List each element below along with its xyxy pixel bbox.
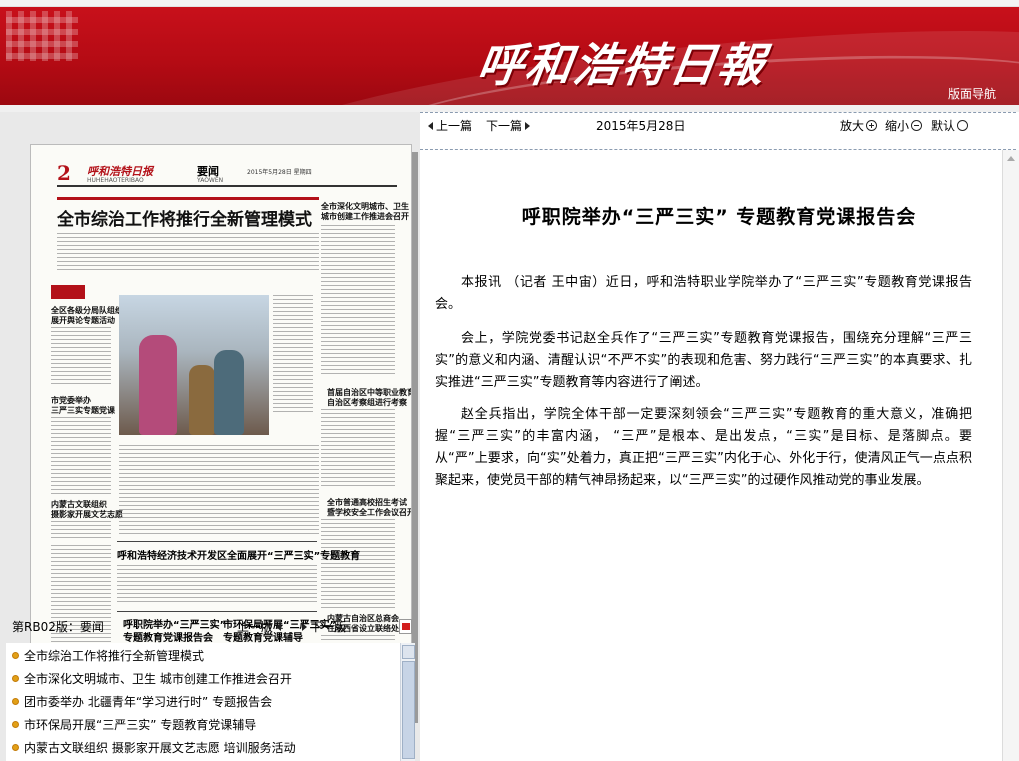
zoom-out-icon [911,120,923,131]
bullet-icon [12,697,19,705]
article-scrollbar[interactable] [1002,150,1019,761]
paper-photo [119,295,269,435]
article-toolbar: 上一篇 下一篇 2015年5月28日 放大 缩小 默认 [420,112,1016,150]
article-paragraph: 赵全兵指出，学院全体干部一定要深刻领会“三严三实”专题教育的重大意义，准确把握“… [435,407,972,488]
paper-column-tag [51,285,85,299]
next-page-link[interactable]: 下一版 [302,618,346,635]
zoom-default-icon [957,120,969,131]
scroll-up-arrow-icon[interactable] [1007,156,1015,161]
photo-figure [189,365,215,435]
page-id: 第RB02版：要闻 [12,618,104,635]
triangle-right-icon [302,623,307,631]
photo-figure [214,350,244,435]
paper-text-block [321,519,395,609]
article-paragraph: 本报讯 （记者 王中宙）近日，呼和浩特职业学院举办了“三严三实”专题教育党课报告… [435,275,972,312]
article-title: 呼职院举办“三严三实” 专题教育党课报告会 [521,206,917,228]
article-list-label: 全市综治工作将推行全新管理模式 [24,648,205,663]
paper-rule [117,611,317,612]
page-id-label: 第RB02版：要闻 [12,620,104,634]
next-page-label: 下一版 [310,620,347,634]
article-list-label: 内蒙古文联组织 摄影家开展文艺志愿 培训服务活动 [24,740,296,755]
pixel-decoration [6,11,78,61]
paper-mid-head[interactable]: 呼和浩特经济技术开发区全面展开“三严三实”专题教育 [117,547,360,562]
bullet-icon [12,674,19,682]
bullet-icon [12,651,19,659]
paper-text-block [51,327,111,387]
paper-section-en: YAOWEN [197,177,224,184]
paper-rule [117,541,317,542]
paper-text-block [57,233,319,273]
article-list: 全市综治工作将推行全新管理模式 全市深化文明城市、卫生 城市创建工作推进会召开 … [6,643,400,761]
article-paragraph: 会上，学院党委书记赵全兵作了“三严三实”专题教育党课报告，围绕充分理解“三严三实… [435,331,972,390]
photo-figure [139,335,177,435]
top-strip [0,0,1019,7]
pdf-icon[interactable] [399,619,412,634]
prev-article-label: 上一篇 [436,119,473,133]
newspaper-logo: 呼和浩特日報 [473,38,770,92]
headline-rule [57,197,319,200]
zoom-default-button[interactable]: 默认 [931,117,969,134]
paper-date: 2015年5月28日 星期四 [247,169,312,176]
paper-name-en: HUHEHAOTERIBAO [87,177,144,184]
scroll-up-button[interactable] [402,645,415,659]
paper-text-block [321,409,395,489]
paper-left-head[interactable]: 展开舆论专题活动 [51,315,115,326]
zoom-out-button[interactable]: 缩小 [885,117,923,134]
paper-text-block [321,225,395,375]
bullet-icon [12,743,19,751]
zoom-in-button[interactable]: 放大 [840,117,878,134]
triangle-left-icon [276,623,282,631]
prev-page-label: 上一版 [237,620,274,634]
article-list-item[interactable]: 全市深化文明城市、卫生 城市创建工作推进会召开 [12,668,292,688]
masthead-banner: 呼和浩特日報 版面导航 [0,7,1019,105]
bullet-icon [12,720,19,728]
paper-left-head[interactable]: 三严三实专题党课 [51,405,115,416]
next-article-link[interactable]: 下一篇 [486,117,531,134]
article-list-item[interactable]: 市环保局开展“三严三实” 专题教育党课辅导 [12,714,256,734]
triangle-right-icon [525,122,531,130]
paper-header: 2 呼和浩特日报 HUHEHAOTERIBAO 要闻 YAOWEN 2015年5… [57,159,397,187]
toolbar-date: 2015年5月28日 [596,119,686,133]
zoom-in-icon [866,120,878,131]
prev-page-link[interactable]: 上一版 [237,618,282,635]
paper-text-block [51,417,111,497]
paper-left-head[interactable]: 摄影家开展文艺志愿 [51,509,123,520]
article-list-item[interactable]: 团市委举办 北疆青年“学习进行时” 专题报告会 [12,691,272,711]
scroll-thumb[interactable] [402,661,415,759]
next-article-label: 下一篇 [486,119,523,133]
page-navigation-link[interactable]: 版面导航 [948,85,996,102]
banner-bottom-strip [0,105,1019,112]
paper-right-head[interactable]: 暨学校安全工作会议召开 [327,507,411,518]
zoom-out-label: 缩小 [885,119,910,133]
paper-side-head[interactable]: 城市创建工作推进会召开 [321,211,409,222]
paper-page-number: 2 [57,161,71,185]
article-list-label: 团市委举办 北疆青年“学习进行时” 专题报告会 [24,694,273,709]
triangle-left-icon [428,122,433,130]
article-list-item[interactable]: 内蒙古文联组织 摄影家开展文艺志愿 培训服务活动 [12,737,296,757]
paper-text-block [119,445,319,535]
paper-text-block [117,565,317,605]
article-panel: 上一篇 下一篇 2015年5月28日 放大 缩小 默认 呼职院举办“三严三实” … [420,112,1019,761]
article-list-item[interactable]: 全市综治工作将推行全新管理模式 [12,645,204,665]
zoom-in-label: 放大 [840,119,865,133]
page-bar: 第RB02版：要闻 上一版 下一版 [12,618,417,636]
paper-text-block [273,295,313,415]
prev-article-link[interactable]: 上一篇 [428,117,472,134]
page: 呼和浩特日報 版面导航 2 呼和浩特日报 HUHEHAOTERIBAO 要闻 Y… [0,0,1019,761]
article-list-label: 市环保局开展“三严三实” 专题教育党课辅导 [24,717,257,732]
article-content: 呼职院举办“三严三实” 专题教育党课报告会 本报讯 （记者 王中宙）近日，呼和浩… [435,152,1003,761]
paper-headline[interactable]: 全市综治工作将推行全新管理模式 [57,205,317,230]
article-list-scrollbar[interactable] [400,643,415,761]
paper-text-block [51,521,111,541]
article-list-label: 全市深化文明城市、卫生 城市创建工作推进会召开 [24,671,292,686]
paper-right-head[interactable]: 自治区考察组进行考察 [327,397,407,408]
zoom-default-label: 默认 [931,119,956,133]
